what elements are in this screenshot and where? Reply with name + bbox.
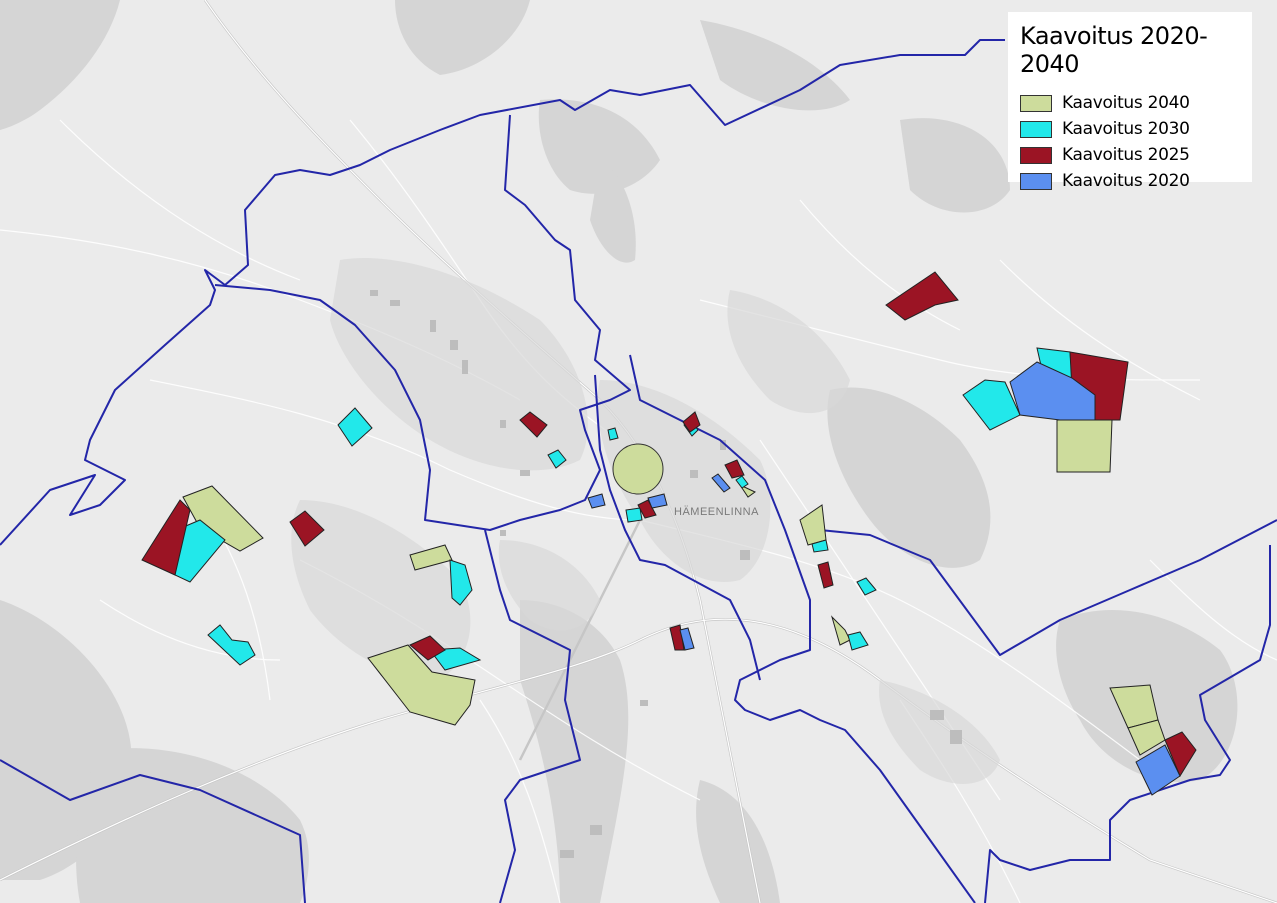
legend-title: Kaavoitus 2020-2040 xyxy=(1020,22,1208,78)
area-2040-east xyxy=(1056,419,1113,473)
map-view[interactable]: HÄMEENLINNA Kaavoitus 2020-2040 Kaavoitu… xyxy=(0,0,1277,903)
legend-label: Kaavoitus 2025 xyxy=(1062,145,1190,165)
legend-swatch-2020 xyxy=(1020,172,1052,190)
legend-item-2020: Kaavoitus 2020 xyxy=(1020,168,1242,194)
legend-label: Kaavoitus 2040 xyxy=(1062,93,1190,113)
legend-swatch-2040 xyxy=(1020,94,1052,112)
legend-label: Kaavoitus 2020 xyxy=(1062,171,1190,191)
area-2030-centre-south xyxy=(625,507,643,523)
legend-swatch-2030 xyxy=(1020,120,1052,138)
city-label: HÄMEENLINNA xyxy=(674,506,759,518)
legend-item-2040: Kaavoitus 2040 xyxy=(1020,90,1242,116)
map-legend: Kaavoitus 2020-2040 Kaavoitus 2040 Kaavo… xyxy=(1008,12,1252,191)
legend-label: Kaavoitus 2030 xyxy=(1062,119,1190,139)
planning-area-centre-circle xyxy=(612,443,664,495)
legend-item-2025: Kaavoitus 2025 xyxy=(1020,142,1242,168)
legend-swatch-2025 xyxy=(1020,146,1052,164)
legend-item-2030: Kaavoitus 2030 xyxy=(1020,116,1242,142)
